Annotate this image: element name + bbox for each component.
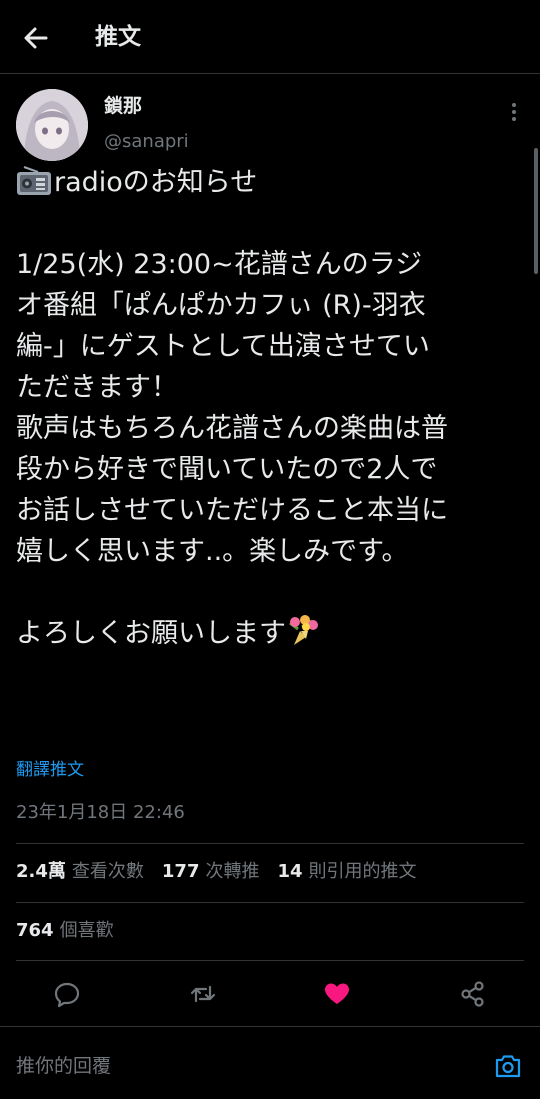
tweet-line-text: radioのお知らせ: [54, 167, 258, 198]
more-options-icon[interactable]: [504, 100, 524, 124]
tweet-line-text: よろしくお願いします: [16, 618, 286, 649]
divider: [16, 960, 524, 961]
likes-count: 764: [16, 920, 54, 941]
avatar[interactable]: [16, 89, 88, 161]
page-title: 推文: [95, 24, 141, 50]
like-icon[interactable]: [323, 980, 351, 1008]
camera-icon[interactable]: [494, 1053, 522, 1079]
quotes-label: 則引用的推文: [308, 861, 417, 882]
action-bar: [0, 974, 540, 1014]
retweet-icon[interactable]: [189, 980, 217, 1008]
tweet-line: よろしくお願いします: [16, 613, 526, 654]
tweet-line: お話しさせていただけること本当に: [16, 495, 448, 526]
tweet-line: 1/25(水) 23:00~花譜さんのラジ: [16, 249, 423, 280]
author-name[interactable]: 鎖那: [104, 94, 142, 118]
radio-icon: [16, 166, 52, 208]
reply-icon[interactable]: [53, 980, 81, 1008]
bouquet-icon: [286, 613, 322, 659]
tweet-line: ただきます！: [16, 372, 178, 403]
views-stat[interactable]: 2.4萬 查看次數: [16, 861, 162, 882]
tweet-line: オ番組「ぱんぱかカフぃ (R)-羽衣: [16, 290, 426, 321]
scrollbar-thumb[interactable]: [534, 148, 538, 274]
tweet-line: 編-」にゲストとして出演させてい: [16, 331, 430, 362]
tweet-line: 嬉しく思います..。楽しみです。: [16, 536, 409, 567]
likes-stat[interactable]: 764 個喜歡: [16, 919, 114, 943]
top-bar: 推文: [0, 0, 540, 74]
likes-label: 個喜歡: [59, 920, 114, 941]
reply-input[interactable]: [16, 1053, 476, 1079]
tweet-stats: 2.4萬 查看次數 177 次轉推 14 則引用的推文: [16, 860, 435, 884]
share-icon[interactable]: [459, 980, 487, 1008]
quotes-stat[interactable]: 14 則引用的推文: [277, 861, 434, 882]
quotes-count: 14: [277, 861, 303, 882]
retweets-count: 177: [161, 861, 200, 882]
translate-tweet-link[interactable]: 翻譯推文: [16, 758, 84, 782]
reply-bar: [0, 1026, 540, 1099]
author-handle[interactable]: @sanapri: [104, 130, 189, 154]
views-count: 2.4萬: [16, 861, 66, 882]
tweet-timestamp: 23年1月18日 22:46: [16, 802, 185, 823]
tweet-line: 段から好きで聞いていたので2人で: [16, 454, 438, 485]
views-label: 查看次數: [71, 861, 144, 882]
tweet-line: radioのお知らせ: [16, 162, 526, 203]
tweet-line: 歌声はもちろん花譜さんの楽曲は普: [16, 413, 448, 444]
back-arrow-icon[interactable]: [20, 22, 52, 54]
retweets-stat[interactable]: 177 次轉推: [162, 861, 278, 882]
divider: [16, 843, 524, 844]
divider: [16, 902, 524, 903]
retweets-label: 次轉推: [205, 861, 260, 882]
tweet-text: radioのお知らせ 1/25(水) 23:00~花譜さんのラジ オ番組「ぱんぱ…: [16, 162, 526, 654]
